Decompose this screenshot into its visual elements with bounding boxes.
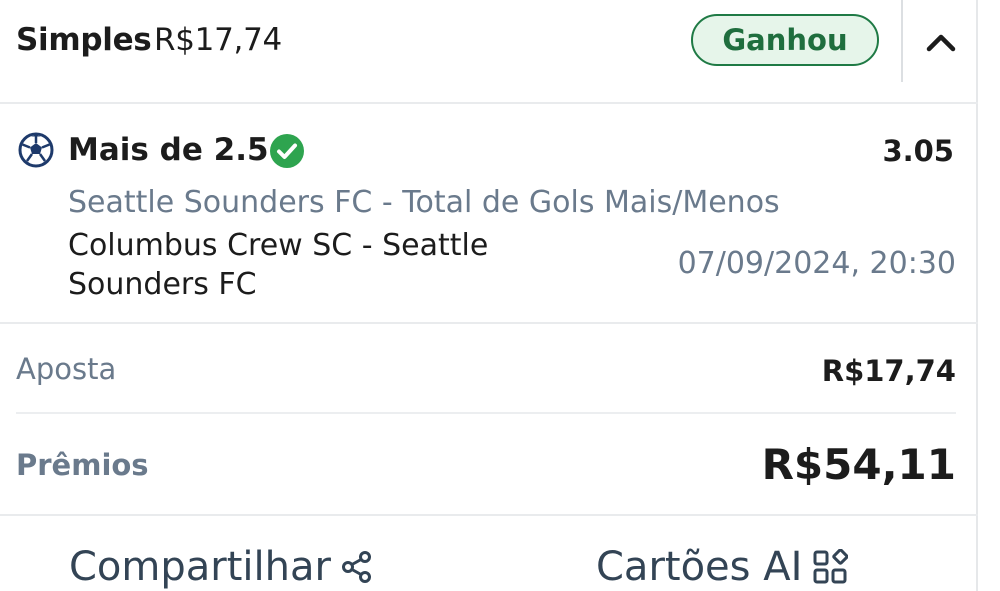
check-circle-icon	[270, 134, 304, 168]
market-description: Seattle Sounders FC - Total de Gols Mais…	[68, 185, 780, 220]
stake-value: R$17,74	[821, 354, 956, 388]
ai-cards-label: Cartões AI	[596, 544, 803, 590]
prize-row: Prêmios R$54,11	[0, 414, 978, 516]
market-name: Mais de 2.5	[68, 132, 269, 168]
stake-label: Aposta	[16, 352, 117, 386]
bet-stake-amount: R$17,74	[154, 22, 282, 58]
collapse-button[interactable]	[916, 20, 966, 64]
ai-cards-button[interactable]: Cartões AI	[596, 544, 849, 590]
status-badge: Ganhou	[691, 14, 879, 66]
chevron-up-icon	[926, 34, 956, 52]
stake-row: Aposta R$17,74	[0, 324, 978, 414]
grid-icon	[813, 549, 849, 584]
bet-header[interactable]: Simples R$17,74 Ganhou	[0, 0, 978, 104]
event-name: Columbus Crew SC - Seattle Sounders FC	[68, 228, 489, 302]
prize-value: R$54,11	[761, 440, 956, 489]
header-divider	[901, 0, 903, 82]
share-button[interactable]: Compartilhar	[69, 544, 373, 590]
odds-value: 3.05	[882, 134, 954, 168]
bet-type: Simples	[16, 22, 152, 58]
prize-label: Prêmios	[16, 448, 149, 482]
share-label: Compartilhar	[69, 544, 331, 590]
event-datetime: 07/09/2024, 20:30	[677, 246, 956, 281]
soccer-ball-icon	[18, 132, 54, 168]
bet-card: Simples R$17,74 Ganhou Mais de 2.5 3.05 …	[0, 0, 978, 591]
bet-footer: Compartilhar Cartões AI	[0, 516, 978, 591]
share-icon	[341, 551, 371, 583]
bet-selection: Mais de 2.5 3.05 Seattle Sounders FC - T…	[0, 104, 978, 324]
